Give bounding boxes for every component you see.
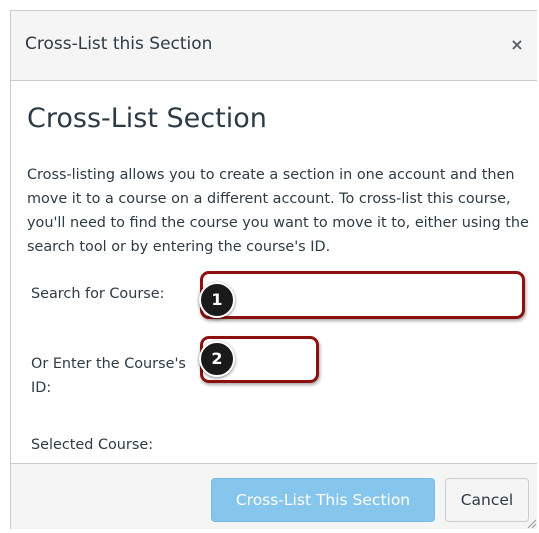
dialog-footer: Cross-List This Section Cancel [11, 463, 537, 529]
course-id-label: Or Enter the Course's ID: [31, 356, 186, 396]
dialog-titlebar: Cross-List this Section × [11, 11, 537, 81]
close-icon[interactable]: × [507, 35, 527, 55]
page-title: Cross-List Section [27, 103, 267, 134]
resize-handle-icon[interactable] [527, 519, 537, 529]
callout-badge-2: 2 [199, 341, 235, 377]
selected-course-label: Selected Course: [31, 437, 154, 453]
cancel-button[interactable]: Cancel [445, 478, 529, 522]
callout-badge-1: 1 [199, 282, 235, 318]
description-text: Cross-listing allows you to create a sec… [27, 167, 529, 255]
dialog-title: Cross-List this Section [25, 34, 213, 54]
cross-list-dialog: Cross-List this Section × Cross-List Sec… [10, 10, 537, 529]
search-course-input[interactable] [200, 271, 525, 319]
cross-list-button[interactable]: Cross-List This Section [211, 478, 435, 522]
search-course-label: Search for Course: [31, 286, 165, 302]
